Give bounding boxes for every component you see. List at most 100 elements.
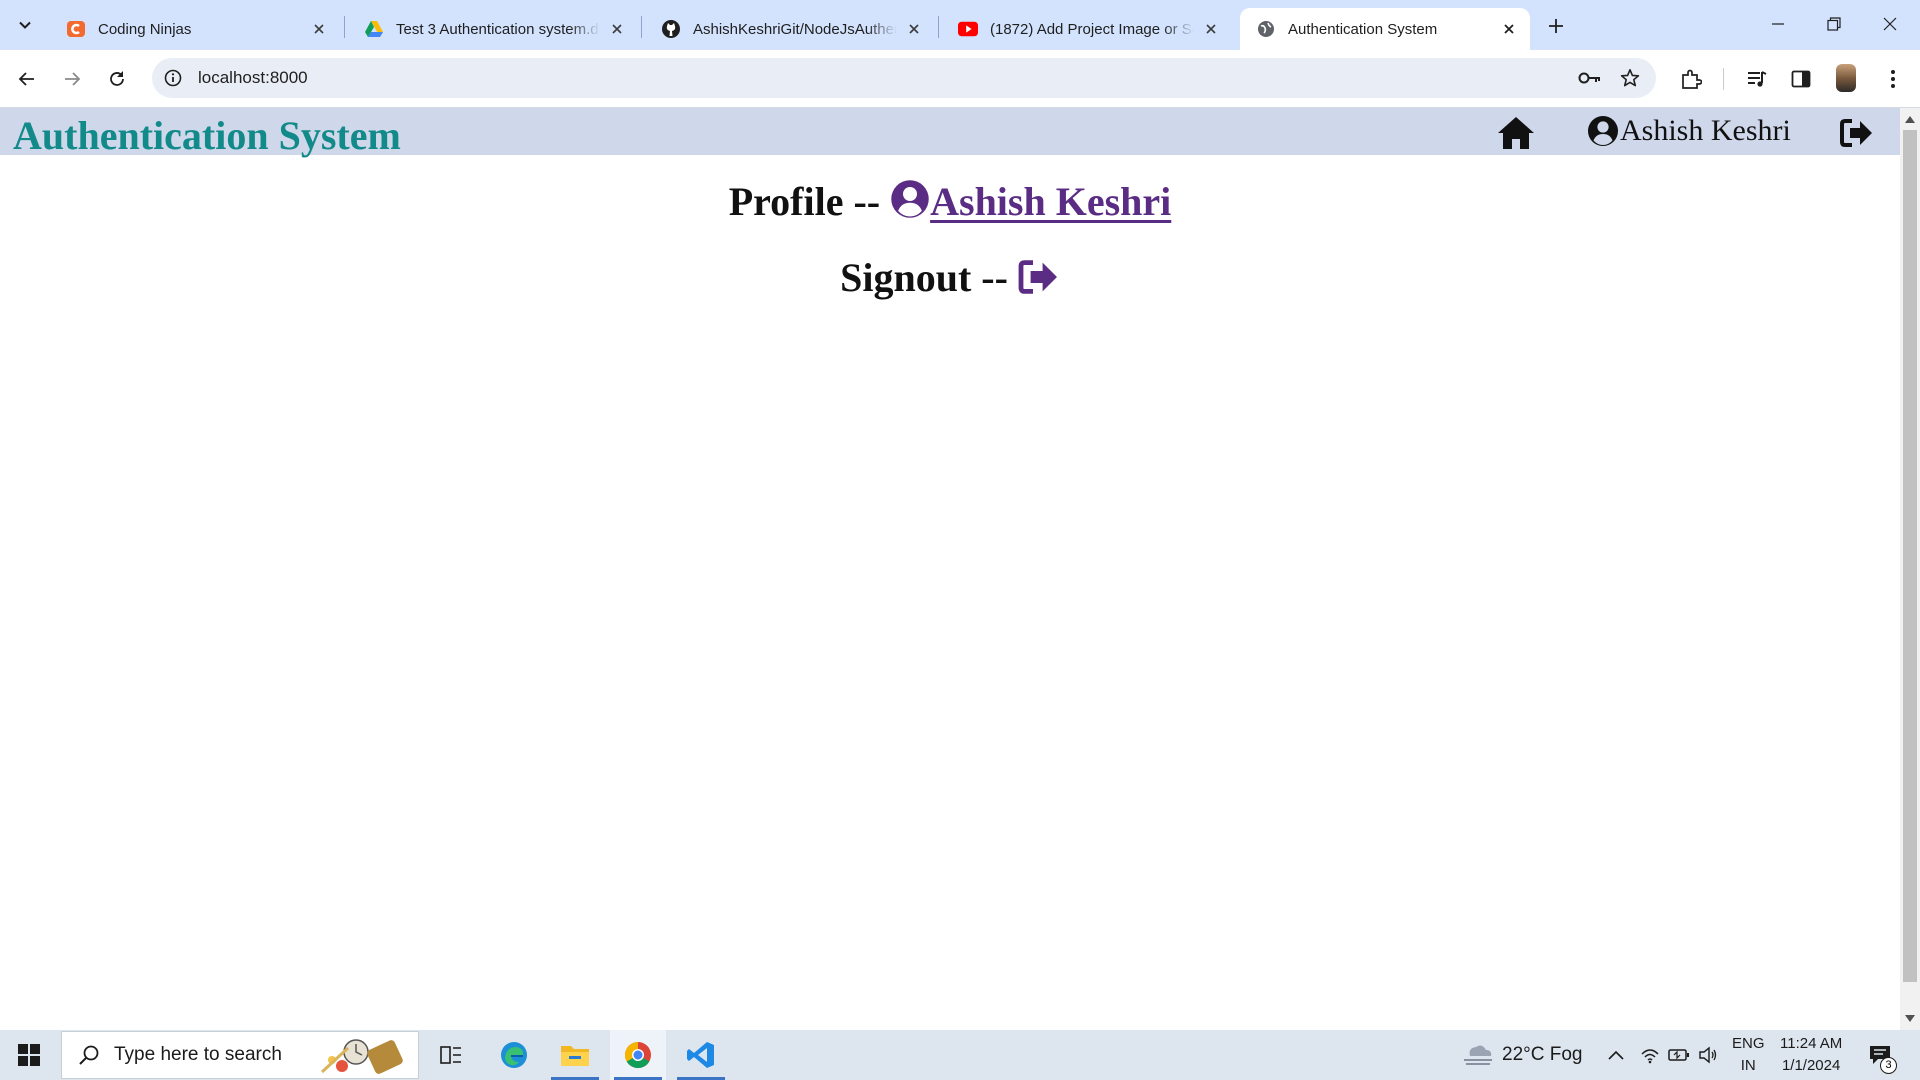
profile-link[interactable]: Ashish Keshri (930, 179, 1171, 224)
globe-icon (1256, 19, 1276, 39)
tab-separator (344, 16, 345, 38)
arrow-left-icon (18, 72, 34, 86)
bookmark-star-icon[interactable] (1616, 64, 1644, 92)
reload-button[interactable] (99, 61, 135, 97)
minimize-button[interactable] (1750, 0, 1806, 48)
vscode-icon (687, 1042, 714, 1068)
youtube-icon (958, 19, 978, 39)
signout-icon[interactable] (1018, 259, 1060, 295)
windows-logo-icon (18, 1044, 40, 1066)
tab-separator (641, 16, 642, 38)
show-hidden-icons-button[interactable] (1608, 1030, 1624, 1080)
wifi-icon (1641, 1049, 1659, 1064)
user-circle-icon (1588, 116, 1618, 146)
page-scrollbar[interactable] (1900, 108, 1920, 1030)
tab-google-drive-doc[interactable]: Test 3 Authentication system.docx (348, 8, 638, 50)
nav-user-name: Ashish Keshri (1620, 114, 1791, 147)
tab-title: Test 3 Authentication system.docx (396, 20, 600, 38)
edge-taskbar-button[interactable] (486, 1030, 542, 1080)
language-indicator[interactable]: ENG IN (1732, 1030, 1765, 1080)
browser-menu-icon[interactable] (1877, 63, 1909, 95)
plus-icon (1549, 19, 1563, 33)
tab-title: AshishKeshriGit/NodeJsAuthentication (693, 20, 897, 38)
scrollbar-thumb[interactable] (1903, 130, 1917, 982)
site-navbar: Authentication System Ashish Keshri (0, 108, 1900, 158)
web-page: Authentication System Ashish Keshri Prof… (0, 108, 1900, 1030)
battery-button[interactable] (1668, 1030, 1690, 1080)
chevron-down-icon (19, 21, 31, 29)
signout-row: Signout -- (0, 254, 1900, 301)
side-panel-icon[interactable] (1785, 63, 1817, 95)
scroll-down-arrow-icon[interactable] (1905, 1015, 1915, 1022)
network-button[interactable] (1640, 1030, 1660, 1080)
browser-toolbar: localhost:8000 (0, 50, 1920, 108)
taskbar-search-box[interactable]: Type here to search (61, 1031, 419, 1079)
search-placeholder: Type here to search (114, 1044, 282, 1065)
close-icon[interactable] (903, 18, 925, 40)
toolbar-separator (1723, 68, 1724, 90)
restore-icon (1827, 17, 1841, 31)
site-brand[interactable]: Authentication System (13, 112, 401, 159)
tab-separator (938, 16, 939, 38)
google-drive-icon (364, 19, 384, 39)
tab-title: Authentication System (1288, 20, 1438, 38)
fog-weather-icon (1464, 1045, 1492, 1065)
media-controls-icon[interactable] (1741, 63, 1773, 95)
chrome-taskbar-button[interactable] (610, 1030, 666, 1080)
task-view-button[interactable] (423, 1030, 479, 1080)
tab-coding-ninjas[interactable]: Coding Ninjas (50, 8, 340, 50)
chrome-icon (624, 1041, 651, 1069)
search-icon (76, 1042, 102, 1068)
search-highlight-illustration-icon (320, 1039, 403, 1074)
close-icon[interactable] (1200, 18, 1222, 40)
volume-button[interactable] (1698, 1030, 1718, 1080)
clock-date: 1/1/2024 (1781, 1057, 1841, 1074)
reload-icon (110, 71, 124, 86)
signout-label: Signout -- (840, 255, 1018, 300)
close-icon (1883, 17, 1897, 31)
clock[interactable]: 11:24 AM 1/1/2024 (1780, 1030, 1842, 1080)
site-info-icon[interactable] (162, 67, 184, 89)
scroll-up-arrow-icon[interactable] (1905, 116, 1915, 123)
signout-icon[interactable] (1840, 118, 1874, 148)
back-button[interactable] (9, 61, 45, 97)
edge-icon (501, 1042, 527, 1068)
new-tab-button[interactable] (1542, 12, 1570, 40)
close-icon[interactable] (308, 18, 330, 40)
region-code: IN (1740, 1057, 1756, 1074)
language-code: ENG (1732, 1035, 1765, 1052)
address-bar[interactable]: localhost:8000 (152, 58, 1656, 98)
tab-title: Coding Ninjas (98, 20, 192, 38)
tab-authentication-system[interactable]: Authentication System (1240, 8, 1530, 50)
weather-widget[interactable]: 22°C Fog (1462, 1030, 1582, 1080)
file-explorer-taskbar-button[interactable] (547, 1030, 603, 1080)
windows-taskbar: Type here to search 22°C Fog ENG IN 11:2… (0, 1030, 1920, 1080)
forward-button[interactable] (54, 61, 90, 97)
nav-profile-link[interactable]: Ashish Keshri (1587, 114, 1791, 148)
browser-tabstrip: Coding Ninjas Test 3 Authentication syst… (0, 0, 1920, 50)
user-circle-icon[interactable] (890, 179, 930, 219)
close-icon[interactable] (1498, 18, 1520, 40)
password-key-icon[interactable] (1576, 64, 1604, 92)
profile-label: Profile -- (728, 179, 891, 224)
tab-github-repo[interactable]: AshishKeshriGit/NodeJsAuthentication (645, 8, 935, 50)
extensions-icon[interactable] (1675, 63, 1707, 95)
restore-button[interactable] (1806, 0, 1862, 48)
tab-title: (1872) Add Project Image or Screenshot (990, 20, 1194, 38)
address-text[interactable]: localhost:8000 (198, 68, 1576, 88)
clock-time: 11:24 AM (1780, 1035, 1843, 1052)
chevron-up-icon (1608, 1050, 1624, 1060)
profile-row: Profile -- Ashish Keshri (0, 178, 1900, 225)
home-icon[interactable] (1497, 116, 1535, 150)
profile-avatar[interactable] (1836, 64, 1856, 92)
tab-search-button[interactable] (9, 9, 41, 41)
close-icon[interactable] (606, 18, 628, 40)
arrow-right-icon (65, 72, 81, 86)
minimize-icon (1772, 23, 1784, 25)
tab-youtube-video[interactable]: (1872) Add Project Image or Screenshot (942, 8, 1232, 50)
file-explorer-icon (561, 1046, 589, 1066)
close-window-button[interactable] (1862, 0, 1918, 48)
start-button[interactable] (0, 1030, 58, 1080)
github-icon (661, 19, 681, 39)
vscode-taskbar-button[interactable] (673, 1030, 729, 1080)
